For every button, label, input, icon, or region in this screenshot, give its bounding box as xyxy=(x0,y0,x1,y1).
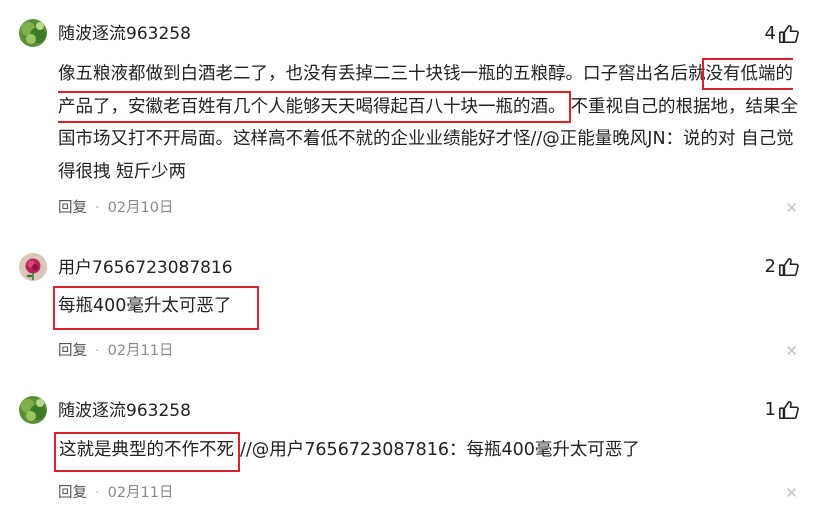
rose-avatar-icon xyxy=(19,253,47,281)
username[interactable]: 随波逐流963258 xyxy=(58,23,191,45)
like-count: 2 xyxy=(764,256,776,277)
avatar[interactable] xyxy=(19,396,47,424)
reply-button[interactable]: 回复 xyxy=(58,200,87,216)
like-button[interactable]: 1 xyxy=(765,399,800,421)
comment-date: 02月11日 xyxy=(107,485,174,501)
comment-date: 02月11日 xyxy=(107,343,174,359)
close-icon[interactable]: ✕ xyxy=(785,483,798,503)
comment-text: 这就是典型的不作不死//@用户7656723087816：每瓶400毫升太可恶了 xyxy=(54,432,802,472)
like-count: 4 xyxy=(764,23,776,44)
comment-date: 02月10日 xyxy=(107,200,174,216)
username[interactable]: 用户7656723087816 xyxy=(58,257,233,279)
username[interactable]: 随波逐流963258 xyxy=(58,400,191,422)
close-icon[interactable]: ✕ xyxy=(785,341,798,361)
comment-text: 像五粮液都做到白酒老二了，也没有丢掉二三十块钱一瓶的五粮醇。口子窖出名后就没有低… xyxy=(58,58,802,188)
avatar[interactable] xyxy=(19,19,47,47)
close-icon[interactable]: ✕ xyxy=(785,198,798,218)
green-leaf-avatar-icon xyxy=(19,396,47,424)
separator-dot: · xyxy=(95,343,100,359)
separator-dot: · xyxy=(95,485,100,501)
comment-meta: 回复 · 02月11日 xyxy=(58,341,174,361)
like-button[interactable]: 4 xyxy=(765,23,800,45)
comment-text-part: //@用户7656723087816：每瓶400毫升太可恶了 xyxy=(240,440,640,460)
comment-text-part: 像五粮液都做到白酒老二了，也没有丢掉二三十块钱一瓶的五粮醇。口子窖出名后就 xyxy=(58,64,706,84)
thumbs-up-icon xyxy=(779,257,799,277)
reply-button[interactable]: 回复 xyxy=(58,485,87,501)
avatar[interactable] xyxy=(19,253,47,281)
green-leaf-avatar-icon xyxy=(19,19,47,47)
like-count: 1 xyxy=(764,399,776,420)
highlighted-text: 每瓶400毫升太可恶了 xyxy=(53,286,260,330)
comment-meta: 回复 · 02月10日 xyxy=(58,198,174,218)
separator-dot: · xyxy=(95,200,100,216)
comment-text: 每瓶400毫升太可恶了 xyxy=(53,286,802,330)
comment-meta: 回复 · 02月11日 xyxy=(58,483,174,503)
reply-button[interactable]: 回复 xyxy=(58,343,87,359)
comment-list: 随波逐流963258 4 像五粮液都做到白酒老二了，也没有丢掉二三十块钱一瓶的五… xyxy=(0,0,824,514)
like-button[interactable]: 2 xyxy=(765,256,800,278)
highlighted-text: 这就是典型的不作不死 xyxy=(54,432,240,472)
thumbs-up-icon xyxy=(779,400,799,420)
thumbs-up-icon xyxy=(779,24,799,44)
